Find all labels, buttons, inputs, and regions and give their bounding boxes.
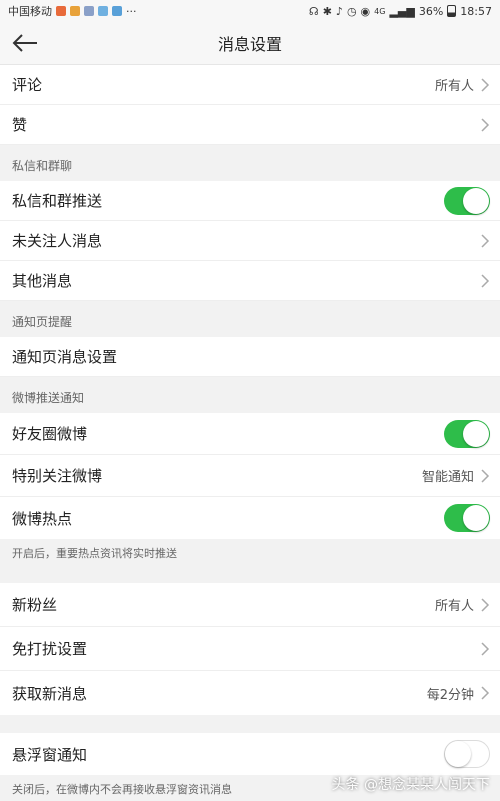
hot-topics-row: 微博热点 (0, 497, 500, 539)
floating-window-row: 悬浮窗通知 (0, 733, 500, 775)
friends-weibo-label: 好友圈微博 (12, 425, 88, 443)
toggle-knob (463, 187, 489, 214)
new-fans-row[interactable]: 新粉丝 所有人 (0, 583, 500, 627)
nav-bar: 消息设置 (0, 22, 500, 65)
hot-topics-toggle[interactable] (444, 504, 490, 532)
other-messages-label: 其他消息 (12, 272, 73, 290)
mute-icon: ♪ (335, 4, 343, 18)
battery-icon (447, 5, 457, 17)
like-label: 赞 (12, 116, 28, 134)
headphone-icon: ☊ (308, 4, 319, 18)
new-fans-label: 新粉丝 (12, 596, 58, 614)
dm-push-toggle[interactable] (444, 186, 490, 215)
spacer (0, 715, 500, 733)
status-bar: 中国移动 ··· ☊ ✱ ♪ ◷ ◉ 4G ▂▄▆ 36% 18:57 (0, 0, 500, 22)
unfollowed-messages-row[interactable]: 未关注人消息 (0, 221, 500, 261)
chevron-right-icon (481, 597, 490, 612)
spacer (0, 565, 500, 583)
like-row[interactable]: 赞 (0, 105, 500, 145)
network-type-label: 4G (374, 6, 386, 16)
unfollowed-messages-label: 未关注人消息 (12, 232, 103, 250)
chevron-right-icon (481, 77, 490, 92)
special-follow-label: 特别关注微博 (12, 467, 103, 485)
hot-topics-note: 开启后，重要热点资讯将实时推送 (0, 539, 500, 565)
dm-push-label: 私信和群推送 (12, 192, 103, 210)
more-notifications-icon: ··· (126, 4, 137, 18)
chevron-right-icon (481, 468, 490, 483)
chevron-right-icon (481, 117, 490, 132)
eye-icon: ◉ (360, 4, 371, 18)
app-notification-icon-2 (84, 6, 94, 16)
special-follow-row[interactable]: 特别关注微博 智能通知 (0, 455, 500, 497)
status-left: 中国移动 ··· (8, 3, 137, 19)
page-title: 消息设置 (217, 35, 282, 54)
dnd-settings-row[interactable]: 免打扰设置 (0, 627, 500, 671)
toggle-knob (463, 505, 489, 531)
app-notification-icon (56, 6, 66, 16)
bluetooth-icon: ✱ (322, 4, 332, 18)
notification-page-settings-row[interactable]: 通知页消息设置 (0, 337, 500, 377)
carrier-label: 中国移动 (8, 5, 52, 18)
watermark-text: 头条 @想念某某人闯天下 (331, 777, 490, 793)
chevron-right-icon (481, 686, 490, 700)
signal-icon: ▂▄▆ (389, 4, 415, 18)
chevron-right-icon (481, 233, 490, 248)
dm-push-row: 私信和群推送 (0, 181, 500, 221)
section-header-weibo-push: 微博推送通知 (0, 377, 500, 413)
fetch-new-messages-label: 获取新消息 (12, 684, 88, 703)
toggle-knob (463, 420, 489, 447)
comment-row[interactable]: 评论 所有人 (0, 65, 500, 105)
back-arrow-icon (12, 34, 37, 52)
battery-label: 36% (418, 4, 444, 18)
chevron-right-icon (481, 641, 490, 656)
notification-page-settings-label: 通知页消息设置 (12, 348, 118, 366)
other-messages-row[interactable]: 其他消息 (0, 261, 500, 301)
section-header-dm: 私信和群聊 (0, 145, 500, 181)
special-follow-value: 智能通知 (421, 470, 474, 485)
comment-label: 评论 (12, 76, 43, 94)
app-notification-icon-3 (98, 6, 108, 16)
weibo-notification-icon (70, 6, 80, 16)
new-fans-value: 所有人 (434, 599, 474, 614)
floating-window-label: 悬浮窗通知 (12, 745, 88, 764)
friends-weibo-row: 好友圈微博 (0, 413, 500, 455)
alarm-icon: ◷ (346, 4, 357, 18)
friends-weibo-toggle[interactable] (444, 419, 490, 448)
section-header-notification-page: 通知页提醒 (0, 301, 500, 337)
status-right: ☊ ✱ ♪ ◷ ◉ 4G ▂▄▆ 36% 18:57 (309, 5, 492, 18)
send-notification-icon (112, 6, 122, 16)
floating-window-toggle[interactable] (444, 740, 490, 768)
toggle-knob (445, 741, 471, 767)
clock-label: 18:57 (460, 4, 492, 18)
comment-value: 所有人 (434, 79, 474, 94)
hot-topics-label: 微博热点 (12, 509, 73, 528)
fetch-new-messages-value: 每2分钟 (426, 687, 474, 703)
dnd-settings-label: 免打扰设置 (12, 640, 88, 658)
back-button[interactable] (10, 28, 40, 58)
chevron-right-icon (481, 273, 490, 288)
fetch-new-messages-row[interactable]: 获取新消息 每2分钟 (0, 671, 500, 715)
